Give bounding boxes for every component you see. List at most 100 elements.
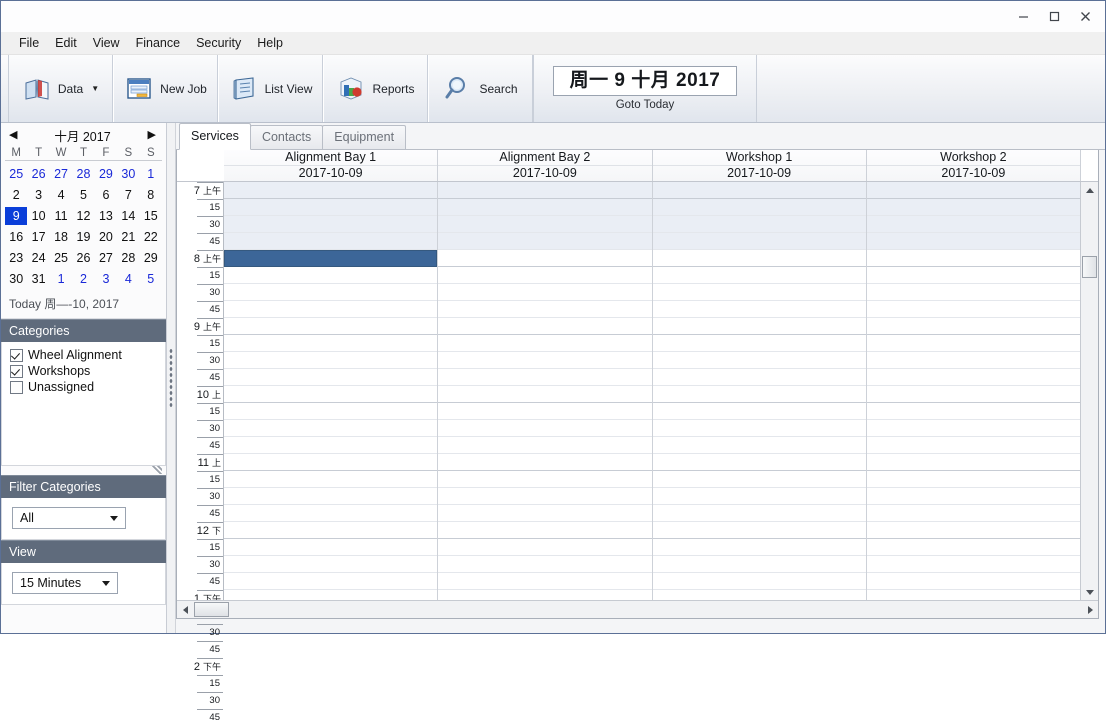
schedule-slot[interactable] — [438, 403, 651, 420]
schedule-slot[interactable] — [867, 539, 1080, 556]
schedule-column-header[interactable]: Workshop 22017-10-09 — [866, 150, 1080, 181]
maximize-icon[interactable] — [1039, 3, 1070, 31]
schedule-slot[interactable] — [224, 386, 437, 403]
schedule-column[interactable] — [866, 182, 1080, 600]
calendar-day-28[interactable]: 28 — [72, 165, 94, 183]
schedule-slot[interactable] — [867, 386, 1080, 403]
schedule-slot[interactable] — [438, 454, 651, 471]
schedule-slot[interactable] — [438, 199, 651, 216]
schedule-slot[interactable] — [438, 590, 651, 600]
schedule-slot[interactable] — [224, 539, 437, 556]
schedule-slot[interactable] — [438, 437, 651, 454]
calendar-day-2[interactable]: 2 — [5, 186, 27, 204]
schedule-slot[interactable] — [867, 573, 1080, 590]
schedule-slot[interactable] — [653, 369, 866, 386]
menu-item-view[interactable]: View — [85, 34, 128, 52]
schedule-slot[interactable] — [224, 403, 437, 420]
tab-equipment[interactable]: Equipment — [322, 125, 406, 149]
minimize-icon[interactable] — [1008, 3, 1039, 31]
schedule-slot[interactable] — [224, 522, 437, 539]
schedule-slot[interactable] — [224, 335, 437, 352]
calendar-next-month-icon[interactable]: ▶ — [148, 130, 156, 141]
schedule-slot[interactable] — [224, 216, 437, 233]
schedule-slot[interactable] — [653, 420, 866, 437]
schedule-slot[interactable] — [653, 199, 866, 216]
calendar-day-14[interactable]: 14 — [117, 207, 139, 225]
schedule-slot[interactable] — [653, 233, 866, 250]
scroll-right-icon[interactable] — [1082, 601, 1098, 618]
calendar-day-10[interactable]: 10 — [27, 207, 49, 225]
menu-item-file[interactable]: File — [11, 34, 47, 52]
schedule-slot[interactable] — [224, 318, 437, 335]
schedule-slot[interactable] — [224, 420, 437, 437]
calendar-day-22[interactable]: 22 — [140, 228, 162, 246]
calendar-day-23[interactable]: 23 — [5, 249, 27, 267]
calendar-day-3[interactable]: 3 — [27, 186, 49, 204]
calendar-day-20[interactable]: 20 — [95, 228, 117, 246]
calendar-day-3[interactable]: 3 — [95, 270, 117, 288]
calendar-day-11[interactable]: 11 — [50, 207, 72, 225]
current-date-display[interactable]: 周一 9 十月 2017 — [553, 66, 738, 96]
schedule-slot[interactable] — [867, 471, 1080, 488]
calendar-day-4[interactable]: 4 — [50, 186, 72, 204]
schedule-slot[interactable] — [867, 437, 1080, 454]
horizontal-scrollbar[interactable] — [177, 600, 1098, 618]
calendar-day-12[interactable]: 12 — [72, 207, 94, 225]
calendar-day-25[interactable]: 25 — [5, 165, 27, 183]
schedule-slot[interactable] — [653, 505, 866, 522]
schedule-slot[interactable] — [867, 454, 1080, 471]
calendar-day-26[interactable]: 26 — [27, 165, 49, 183]
schedule-slot[interactable] — [438, 250, 651, 267]
schedule-slot[interactable] — [653, 556, 866, 573]
calendar-day-17[interactable]: 17 — [27, 228, 49, 246]
schedule-slot[interactable] — [653, 216, 866, 233]
calendar-day-27[interactable]: 27 — [50, 165, 72, 183]
scroll-up-icon[interactable] — [1081, 182, 1098, 198]
vertical-scrollbar[interactable] — [1080, 182, 1098, 600]
calendar-day-28[interactable]: 28 — [117, 249, 139, 267]
schedule-slot[interactable] — [867, 199, 1080, 216]
scroll-left-icon[interactable] — [177, 601, 193, 618]
schedule-slot[interactable] — [438, 216, 651, 233]
calendar-day-5[interactable]: 5 — [140, 270, 162, 288]
schedule-slot[interactable] — [653, 284, 866, 301]
schedule-slot[interactable] — [224, 233, 437, 250]
schedule-slot[interactable] — [867, 352, 1080, 369]
schedule-slot[interactable] — [867, 420, 1080, 437]
tab-services[interactable]: Services — [179, 123, 251, 150]
toolbar-button-reports[interactable]: Reports — [323, 55, 428, 122]
schedule-slot[interactable] — [224, 301, 437, 318]
schedule-slot[interactable] — [438, 267, 651, 284]
tab-contacts[interactable]: Contacts — [250, 125, 323, 149]
schedule-column-header[interactable]: Alignment Bay 12017-10-09 — [224, 150, 437, 181]
schedule-slot[interactable] — [438, 335, 651, 352]
schedule-slot[interactable] — [867, 403, 1080, 420]
calendar-day-15[interactable]: 15 — [140, 207, 162, 225]
toolbar-button-new-job[interactable]: New Job — [113, 55, 218, 122]
appointment-block[interactable] — [224, 250, 437, 267]
calendar-day-21[interactable]: 21 — [117, 228, 139, 246]
schedule-slot[interactable] — [438, 556, 651, 573]
schedule-column-header[interactable]: Alignment Bay 22017-10-09 — [437, 150, 651, 181]
schedule-slot[interactable] — [438, 386, 651, 403]
schedule-slot[interactable] — [438, 488, 651, 505]
schedule-slot[interactable] — [438, 369, 651, 386]
schedule-slot[interactable] — [653, 539, 866, 556]
toolbar-button-data[interactable]: Data ▼ — [8, 55, 113, 122]
schedule-slot[interactable] — [224, 454, 437, 471]
schedule-slot[interactable] — [224, 267, 437, 284]
schedule-slot[interactable] — [438, 284, 651, 301]
category-checkbox[interactable] — [10, 365, 23, 378]
schedule-slot[interactable] — [867, 301, 1080, 318]
categories-resize-grip[interactable] — [1, 466, 166, 475]
schedule-slot[interactable] — [224, 352, 437, 369]
schedule-slot[interactable] — [867, 488, 1080, 505]
schedule-slot[interactable] — [867, 233, 1080, 250]
calendar-day-19[interactable]: 19 — [72, 228, 94, 246]
calendar-day-25[interactable]: 25 — [50, 249, 72, 267]
schedule-slot[interactable] — [224, 199, 437, 216]
schedule-slot[interactable] — [867, 505, 1080, 522]
panel-splitter[interactable] — [167, 123, 176, 633]
toolbar-button-search[interactable]: Search — [428, 55, 533, 122]
schedule-slot[interactable] — [224, 556, 437, 573]
